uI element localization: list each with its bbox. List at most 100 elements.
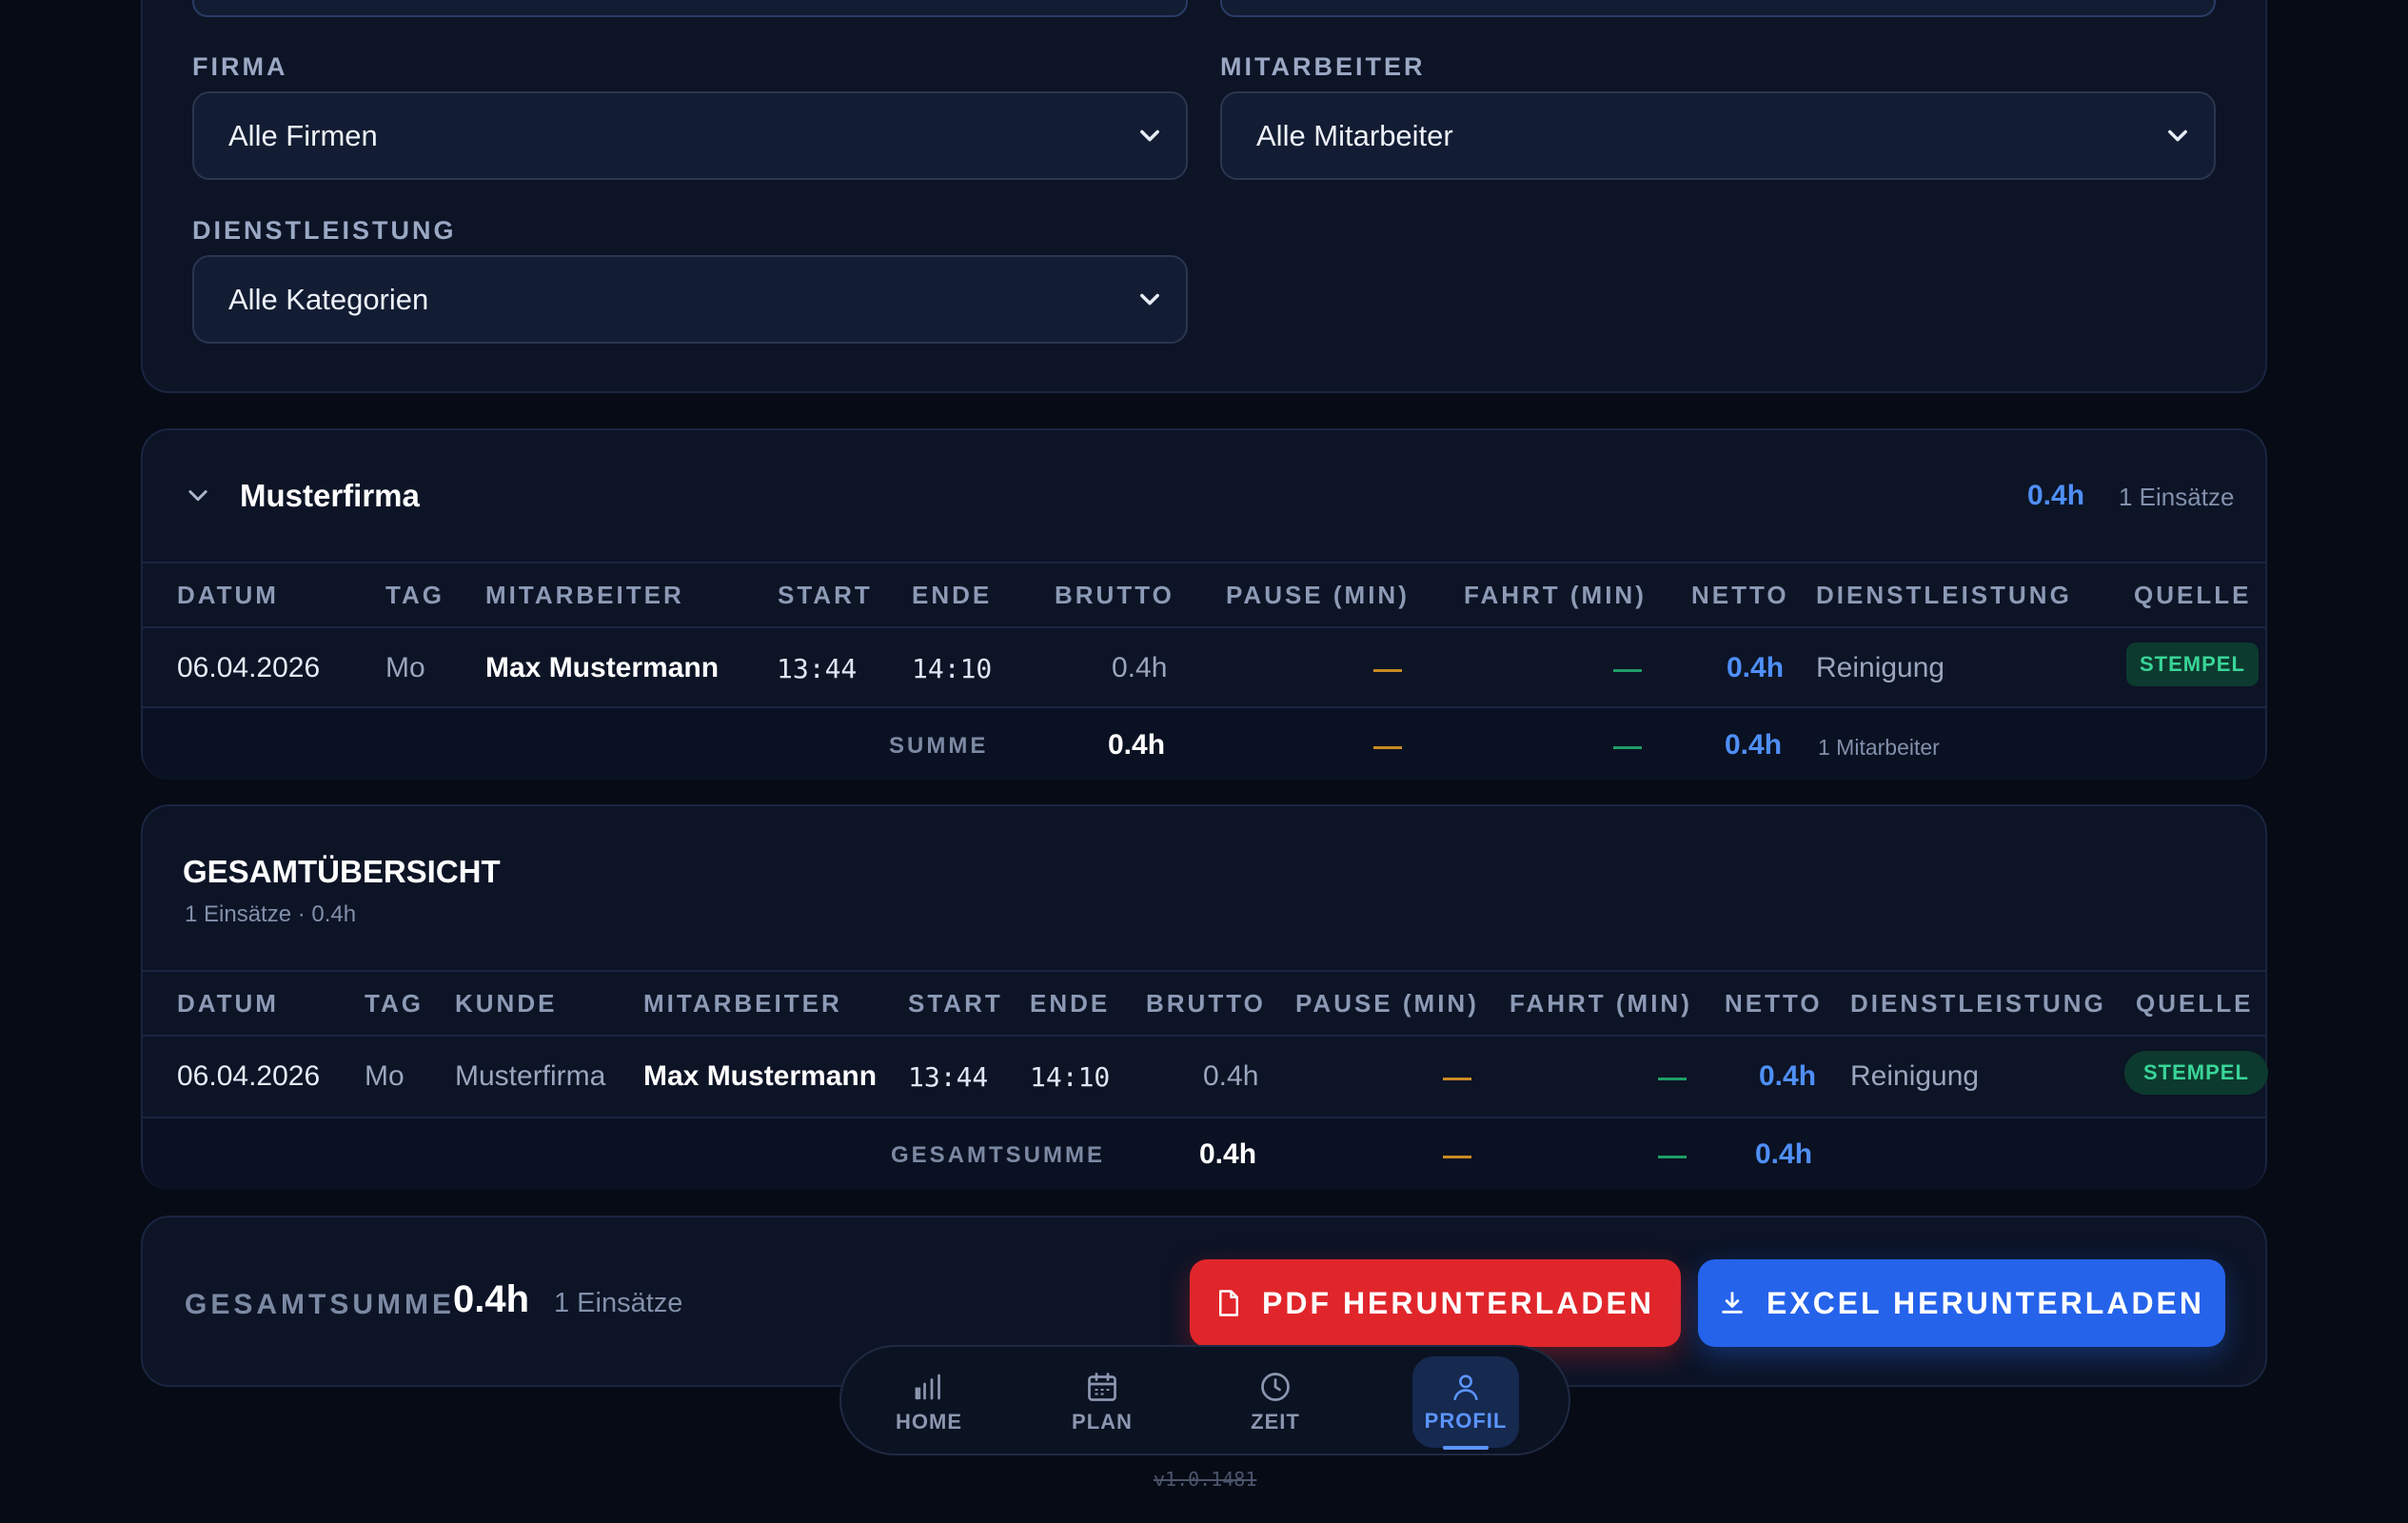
active-indicator bbox=[1443, 1446, 1489, 1450]
summary-label: GESAMTSUMME bbox=[891, 1142, 1105, 1168]
cell-datum: 06.04.2026 bbox=[177, 1060, 321, 1092]
col-start: START bbox=[778, 581, 873, 609]
nav-plan[interactable]: PLAN bbox=[1049, 1347, 1155, 1457]
cell-dienstleistung: Reinigung bbox=[1816, 652, 1945, 683]
cell-fahrt-empty bbox=[1658, 1078, 1687, 1080]
file-icon bbox=[1219, 1290, 1239, 1316]
nav-plan-label: PLAN bbox=[1072, 1410, 1133, 1434]
group-title: Musterfirma bbox=[240, 478, 420, 513]
overview-card: GESAMTÜBERSICHT 1 Einsätze · 0.4h DATUM … bbox=[141, 804, 2268, 1190]
overview-title: GESAMTÜBERSICHT bbox=[183, 854, 501, 889]
date-from-input[interactable] bbox=[192, 0, 1188, 17]
col-netto: NETTO bbox=[1691, 581, 1789, 609]
company-group-card: Musterfirma 0.4h 1 Einsätze DATUM TAG MI… bbox=[141, 428, 2267, 780]
divider bbox=[143, 970, 2265, 972]
summary-brutto: 0.4h bbox=[1199, 1138, 1257, 1170]
cell-tag: Mo bbox=[385, 652, 425, 683]
col-mitarbeiter: MITARBEITER bbox=[643, 989, 842, 1018]
excel-download-button[interactable]: EXCEL HERUNTERLADEN bbox=[1698, 1259, 2225, 1347]
source-badge: STEMPEL bbox=[2124, 1051, 2268, 1095]
summary-pause-empty bbox=[1443, 1156, 1471, 1158]
cell-mitarbeiter: Max Mustermann bbox=[485, 652, 720, 683]
col-quelle: QUELLE bbox=[2134, 581, 2252, 609]
summary-row bbox=[143, 706, 2265, 780]
group-total-hours: 0.4h bbox=[2027, 480, 2085, 511]
grand-total-value: 0.4h bbox=[453, 1278, 530, 1320]
cell-mitarbeiter: Max Mustermann bbox=[643, 1060, 878, 1092]
pdf-download-button[interactable]: PDF HERUNTERLADEN bbox=[1190, 1259, 1681, 1347]
filter-card: FIRMA Alle Firmen MITARBEITER Alle Mitar… bbox=[141, 0, 2267, 393]
download-icon bbox=[1722, 1292, 1743, 1314]
nav-zeit[interactable]: ZEIT bbox=[1222, 1347, 1329, 1457]
cell-dienstleistung: Reinigung bbox=[1850, 1060, 1980, 1092]
nav-home-label: HOME bbox=[896, 1410, 962, 1434]
col-tag: TAG bbox=[385, 581, 444, 609]
col-start: START bbox=[908, 989, 1003, 1018]
bar-chart-icon bbox=[915, 1374, 940, 1400]
user-icon bbox=[1453, 1375, 1478, 1401]
cell-pause-empty bbox=[1373, 669, 1402, 672]
group-header[interactable]: Musterfirma 0.4h 1 Einsätze bbox=[143, 430, 2265, 562]
summary-netto: 0.4h bbox=[1725, 729, 1783, 761]
col-brutto: BRUTTO bbox=[1146, 989, 1266, 1018]
grand-total-label: GESAMTSUMME bbox=[185, 1289, 455, 1320]
nav-profil-label: PROFIL bbox=[1424, 1409, 1508, 1433]
grand-total-count: 1 Einsätze bbox=[554, 1288, 683, 1318]
col-netto: NETTO bbox=[1725, 989, 1823, 1018]
col-mitarbeiter: MITARBEITER bbox=[485, 581, 684, 609]
col-fahrt: FAHRT (MIN) bbox=[1510, 989, 1692, 1018]
firma-select[interactable]: Alle Firmen bbox=[192, 91, 1188, 180]
cell-ende: 14:10 bbox=[1030, 1061, 1111, 1093]
cell-ende: 14:10 bbox=[912, 653, 993, 684]
summary-netto: 0.4h bbox=[1755, 1138, 1813, 1170]
divider bbox=[143, 1035, 2265, 1037]
mitarbeiter-label: MITARBEITER bbox=[1220, 52, 1426, 81]
date-to-input[interactable] bbox=[1220, 0, 2216, 17]
mitarbeiter-select[interactable]: Alle Mitarbeiter bbox=[1220, 91, 2216, 180]
nav-zeit-label: ZEIT bbox=[1251, 1410, 1300, 1434]
cell-start: 13:44 bbox=[908, 1061, 989, 1093]
col-brutto: BRUTTO bbox=[1055, 581, 1174, 609]
cell-brutto: 0.4h bbox=[1203, 1060, 1259, 1092]
chevron-down-icon[interactable] bbox=[185, 482, 211, 508]
dienstleistung-label: DIENSTLEISTUNG bbox=[192, 216, 457, 245]
nav-home[interactable]: HOME bbox=[876, 1347, 982, 1457]
pdf-download-label: PDF HERUNTERLADEN bbox=[1262, 1285, 1654, 1320]
divider bbox=[143, 626, 2265, 628]
col-quelle: QUELLE bbox=[2136, 989, 2254, 1018]
chevron-down-icon bbox=[1140, 129, 1159, 142]
cell-datum: 06.04.2026 bbox=[177, 652, 321, 683]
clock-icon bbox=[1261, 1373, 1290, 1401]
col-kunde: KUNDE bbox=[455, 989, 558, 1018]
summary-pause-empty bbox=[1373, 746, 1402, 749]
excel-download-label: EXCEL HERUNTERLADEN bbox=[1767, 1285, 2204, 1320]
cell-fahrt-empty bbox=[1613, 669, 1642, 672]
col-tag: TAG bbox=[365, 989, 424, 1018]
col-dienstleistung: DIENSTLEISTUNG bbox=[1816, 581, 2072, 609]
col-fahrt: FAHRT (MIN) bbox=[1464, 581, 1647, 609]
dienstleistung-select[interactable]: Alle Kategorien bbox=[192, 255, 1188, 344]
cell-kunde: Musterfirma bbox=[455, 1060, 606, 1092]
calendar-icon bbox=[1088, 1373, 1116, 1401]
firma-label: FIRMA bbox=[192, 52, 288, 81]
cell-netto: 0.4h bbox=[1727, 652, 1785, 683]
nav-profil[interactable]: PROFIL bbox=[1412, 1356, 1519, 1450]
summary-note: 1 Mitarbeiter bbox=[1818, 735, 1940, 760]
overview-subtitle: 1 Einsätze · 0.4h bbox=[185, 901, 357, 927]
divider bbox=[143, 562, 2265, 564]
dienstleistung-select-value: Alle Kategorien bbox=[228, 282, 429, 316]
col-datum: DATUM bbox=[177, 581, 279, 609]
firma-select-value: Alle Firmen bbox=[228, 118, 378, 152]
col-ende: ENDE bbox=[1030, 989, 1111, 1018]
group-count: 1 Einsätze bbox=[2119, 483, 2235, 511]
col-dienstleistung: DIENSTLEISTUNG bbox=[1850, 989, 2106, 1018]
cell-netto: 0.4h bbox=[1759, 1060, 1817, 1092]
summary-fahrt-empty bbox=[1613, 746, 1642, 749]
col-pause: PAUSE (MIN) bbox=[1295, 989, 1479, 1018]
bottom-navigation: HOME PLAN ZEIT PROFIL bbox=[839, 1345, 1570, 1455]
cell-brutto: 0.4h bbox=[1112, 652, 1168, 683]
source-badge: STEMPEL bbox=[2126, 643, 2259, 686]
summary-label: SUMME bbox=[889, 733, 989, 759]
col-datum: DATUM bbox=[177, 989, 279, 1018]
summary-fahrt-empty bbox=[1658, 1156, 1687, 1158]
